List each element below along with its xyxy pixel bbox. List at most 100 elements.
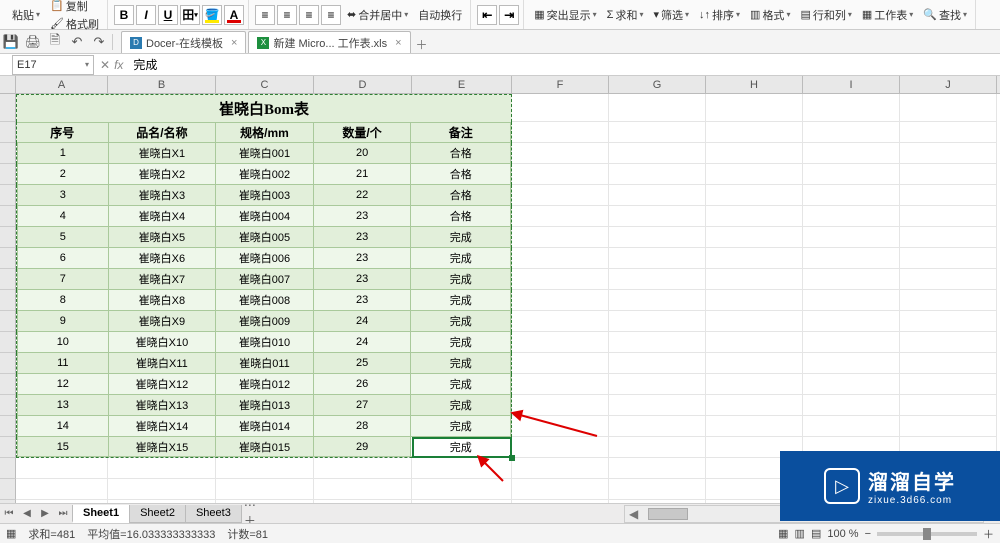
table-cell[interactable]: 7 (17, 269, 109, 290)
cell[interactable] (412, 479, 512, 500)
cell[interactable] (512, 122, 609, 143)
table-cell[interactable]: 崔晓白012 (216, 374, 314, 395)
row-header[interactable] (0, 185, 16, 206)
sort-button[interactable]: ↓↑排序▾ (695, 6, 744, 24)
paste-button[interactable]: 粘贴▾ (8, 6, 44, 24)
cell[interactable] (803, 206, 900, 227)
table-cell[interactable]: 崔晓白X6 (109, 248, 217, 269)
cell[interactable] (512, 332, 609, 353)
cell[interactable] (706, 332, 803, 353)
cell[interactable] (706, 164, 803, 185)
table-cell[interactable]: 完成 (411, 374, 511, 395)
cell[interactable] (900, 290, 997, 311)
table-cell[interactable]: 崔晓白010 (216, 332, 314, 353)
cell[interactable] (512, 437, 609, 458)
table-cell[interactable]: 15 (17, 437, 109, 457)
cell[interactable] (706, 206, 803, 227)
cell[interactable] (609, 458, 706, 479)
cell[interactable] (512, 290, 609, 311)
sheet-tab[interactable]: Sheet2 (129, 505, 186, 523)
view-page-button[interactable]: ▥ (795, 527, 805, 540)
table-cell[interactable]: 13 (17, 395, 109, 416)
table-header-cell[interactable]: 数量/个 (314, 122, 412, 143)
cell[interactable] (512, 248, 609, 269)
cell[interactable] (900, 94, 997, 122)
table-cell[interactable]: 2 (17, 164, 109, 185)
cancel-formula-button[interactable]: ✕ (100, 58, 110, 72)
cell[interactable] (900, 332, 997, 353)
table-cell[interactable]: 9 (17, 311, 109, 332)
cell[interactable] (900, 353, 997, 374)
column-header[interactable]: H (706, 76, 803, 93)
formula-input[interactable] (129, 55, 1000, 75)
rowcol-button[interactable]: ▤行和列▾ (796, 6, 855, 24)
row-header[interactable] (0, 143, 16, 164)
cell[interactable] (900, 206, 997, 227)
table-cell[interactable]: 完成 (411, 416, 511, 437)
cell[interactable] (803, 185, 900, 206)
cell[interactable] (706, 374, 803, 395)
column-header[interactable]: B (108, 76, 216, 93)
cell[interactable] (803, 94, 900, 122)
cell[interactable] (609, 143, 706, 164)
table-cell[interactable]: 25 (314, 353, 412, 374)
table-cell[interactable]: 崔晓白007 (216, 269, 314, 290)
zoom-in-button[interactable]: ＋ (983, 526, 994, 542)
row-header[interactable] (0, 311, 16, 332)
table-cell[interactable]: 合格 (411, 143, 511, 164)
italic-button[interactable]: I (136, 5, 156, 25)
cell[interactable] (900, 395, 997, 416)
prev-sheet-button[interactable]: ◀ (18, 508, 36, 519)
row-header[interactable] (0, 416, 16, 437)
cell[interactable] (609, 122, 706, 143)
cell[interactable] (900, 269, 997, 290)
table-cell[interactable]: 崔晓白X11 (109, 353, 217, 374)
view-normal-button[interactable]: ▦ (778, 527, 788, 540)
row-header[interactable] (0, 458, 16, 479)
table-cell[interactable]: 4 (17, 206, 109, 227)
table-cell[interactable]: 23 (314, 248, 412, 269)
cell[interactable] (609, 248, 706, 269)
fill-color-button[interactable]: 🪣 (202, 5, 222, 25)
cell[interactable] (706, 122, 803, 143)
row-header[interactable] (0, 437, 16, 458)
table-cell[interactable]: 10 (17, 332, 109, 353)
tab-workbook[interactable]: X 新建 Micro... 工作表.xls × (248, 31, 410, 53)
cell[interactable] (609, 185, 706, 206)
cell[interactable] (512, 416, 609, 437)
cell[interactable] (900, 311, 997, 332)
cell[interactable] (16, 458, 108, 479)
cell[interactable] (609, 290, 706, 311)
cell[interactable] (803, 374, 900, 395)
table-cell[interactable]: 崔晓白014 (216, 416, 314, 437)
table-cell[interactable]: 24 (314, 332, 412, 353)
row-header[interactable] (0, 94, 16, 122)
cell[interactable] (108, 479, 216, 500)
last-sheet-button[interactable]: ⏭ (54, 508, 72, 519)
table-cell[interactable]: 完成 (411, 248, 511, 269)
cell[interactable] (803, 395, 900, 416)
highlight-button[interactable]: ▦突出显示▾ (530, 6, 600, 24)
table-cell[interactable]: 24 (314, 311, 412, 332)
sheet-tab[interactable]: Sheet1 (72, 505, 130, 523)
cell[interactable] (900, 416, 997, 437)
cell[interactable] (900, 374, 997, 395)
cell[interactable] (16, 479, 108, 500)
table-cell[interactable]: 崔晓白X7 (109, 269, 217, 290)
filter-button[interactable]: ▾筛选▾ (649, 6, 693, 24)
cell[interactable] (803, 269, 900, 290)
zoom-out-button[interactable]: − (865, 528, 871, 540)
zoom-thumb[interactable] (923, 528, 931, 540)
table-cell[interactable]: 崔晓白X12 (109, 374, 217, 395)
cell[interactable] (609, 353, 706, 374)
wrap-text-button[interactable]: 自动换行 (414, 6, 466, 24)
table-cell[interactable]: 崔晓白X3 (109, 185, 217, 206)
table-cell[interactable]: 完成 (411, 395, 511, 416)
table-header-cell[interactable]: 规格/mm (216, 122, 314, 143)
table-cell[interactable]: 12 (17, 374, 109, 395)
close-icon[interactable]: × (231, 37, 237, 49)
cell[interactable] (803, 311, 900, 332)
find-button[interactable]: 🔍查找▾ (919, 6, 971, 24)
scroll-left-button[interactable]: ◀ (625, 507, 642, 521)
table-cell[interactable]: 崔晓白005 (216, 227, 314, 248)
